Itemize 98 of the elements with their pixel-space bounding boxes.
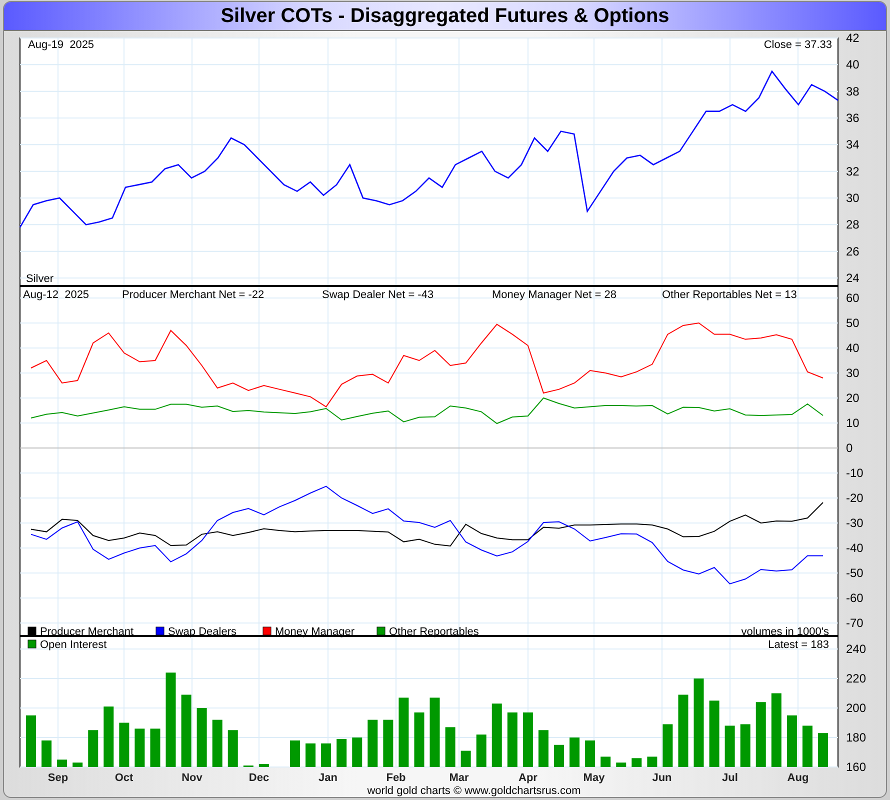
open-interest-bar <box>430 698 440 767</box>
net-reading: Money Manager Net = 28 <box>492 289 616 301</box>
axis-label: 40 <box>846 341 860 355</box>
month-label: Jul <box>722 772 738 784</box>
open-interest-bar <box>492 704 502 767</box>
open-interest-bar <box>134 728 145 767</box>
axis-label: 180 <box>846 730 866 744</box>
axis-label: 28 <box>846 218 860 232</box>
legend-label: Money Manager <box>275 626 354 638</box>
open-interest-bar <box>600 756 611 767</box>
month-label: Feb <box>386 772 406 784</box>
open-interest-bar <box>57 760 68 767</box>
axis-label: -20 <box>846 491 864 505</box>
axis-label: -60 <box>846 591 864 605</box>
axis-label: 42 <box>846 31 860 45</box>
open-interest-bar <box>724 726 735 767</box>
legend-label: Open Interest <box>40 639 107 651</box>
axis-label: 60 <box>846 291 860 305</box>
open-interest-bar <box>554 744 564 767</box>
open-interest-bar <box>538 730 548 767</box>
open-interest-bar <box>42 740 52 767</box>
month-label: Apr <box>518 772 538 784</box>
axis-label: 32 <box>846 164 860 178</box>
open-interest-bar <box>150 728 160 767</box>
open-interest-bar <box>196 708 207 767</box>
chart-date: Aug-19 2025 <box>28 39 94 51</box>
open-interest-bar <box>414 712 424 767</box>
axis-label: 34 <box>846 138 860 152</box>
axis-label: 24 <box>846 271 860 285</box>
month-label: Mar <box>449 772 469 784</box>
close-reading: Close = 37.33 <box>764 39 832 51</box>
axis-label: 240 <box>846 642 866 656</box>
open-interest-bar <box>383 720 394 767</box>
month-label: Nov <box>182 772 202 784</box>
instrument-label: Silver <box>26 273 54 285</box>
open-interest-bar <box>398 698 409 767</box>
open-interest-bar <box>445 727 456 767</box>
month-label: Aug <box>787 772 809 784</box>
axis-label: 20 <box>846 391 860 405</box>
open-interest-bar <box>306 743 316 767</box>
legend-label: Swap Dealers <box>168 626 236 638</box>
open-interest-bar <box>352 738 362 767</box>
open-interest-bar <box>802 726 812 767</box>
open-interest-bar <box>818 733 828 767</box>
legend-label: Producer Merchant <box>40 626 134 638</box>
axis-label: 26 <box>846 244 860 258</box>
credit-text: world gold charts © www.goldchartsrus.com <box>367 785 581 797</box>
open-interest-bar <box>662 724 673 767</box>
month-label: Jun <box>652 772 672 784</box>
open-interest-bar <box>740 724 750 767</box>
open-interest-bar <box>26 715 36 767</box>
axis-label: -30 <box>846 516 864 530</box>
month-label: Jan <box>318 772 338 784</box>
axis-label: 30 <box>846 191 860 205</box>
axis-label: -40 <box>846 541 864 555</box>
open-interest-bar <box>321 743 332 767</box>
chart-title: Silver COTs - Disaggregated Futures & Options <box>220 4 670 28</box>
axis-label: 0 <box>846 441 853 455</box>
open-interest-bar <box>756 702 766 767</box>
open-interest-bar <box>570 738 580 767</box>
month-label: May <box>583 772 605 784</box>
open-interest-bar <box>104 706 114 767</box>
open-interest-bar <box>647 756 658 767</box>
net-reading: Swap Dealer Net = -43 <box>322 289 434 301</box>
axis-label: 40 <box>846 58 860 72</box>
axis-label: 10 <box>846 416 860 430</box>
axis-label: 30 <box>846 366 860 380</box>
open-interest-bar <box>585 740 596 767</box>
open-interest-bar <box>290 740 300 767</box>
latest-reading: Latest = 183 <box>768 639 829 651</box>
net-reading: Other Reportables Net = 13 <box>662 289 797 301</box>
axis-label: 200 <box>846 701 866 715</box>
axis-label: 36 <box>846 111 860 125</box>
open-interest-bar <box>632 758 642 767</box>
axis-label: 38 <box>846 84 860 98</box>
axis-label: -50 <box>846 566 864 580</box>
open-interest-bar <box>709 700 720 767</box>
axis-label: 160 <box>846 760 866 774</box>
legend-label: Other Reportables <box>389 626 479 638</box>
open-interest-bar <box>258 764 269 767</box>
axis-label: -10 <box>846 466 864 480</box>
open-interest-bar <box>476 734 486 767</box>
open-interest-bar <box>368 720 378 767</box>
axis-label: 220 <box>846 672 866 686</box>
open-interest-bar <box>88 730 98 767</box>
month-label: Oct <box>114 772 134 784</box>
open-interest-bar <box>119 722 130 767</box>
axis-label: -70 <box>846 616 864 630</box>
open-interest-bar <box>228 730 238 767</box>
month-label: Sep <box>48 772 68 784</box>
units-note: volumes in 1000's <box>741 626 829 638</box>
chart-date: Aug-12 2025 <box>23 289 90 301</box>
open-interest-bar <box>72 762 83 767</box>
net-reading: Producer Merchant Net = -22 <box>122 289 264 301</box>
open-interest-bar <box>336 738 347 767</box>
open-interest-bar <box>616 762 626 767</box>
axis-label: 50 <box>846 316 860 330</box>
month-label: Dec <box>248 772 270 784</box>
